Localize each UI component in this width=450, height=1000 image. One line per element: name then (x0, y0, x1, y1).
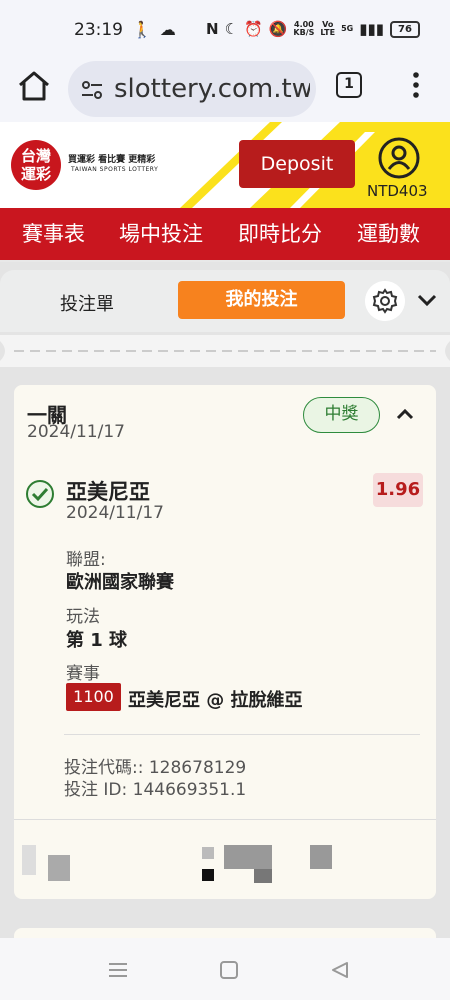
home-nav-icon[interactable] (219, 960, 239, 980)
volte-icon: Vo LTE (320, 20, 336, 37)
account-balance: NTD403 (367, 182, 428, 200)
net-speed: 4.00 KB/S (293, 20, 315, 37)
bet-card: 一關 2024/11/17 中獎 亞美尼亞 2024/11/17 1.96 聯盟… (14, 385, 436, 899)
bet-date: 2024/11/17 (27, 422, 125, 442)
league-value: 歐洲國家聯賽 (66, 572, 174, 593)
nav-item-schedule[interactable]: 賽事表 (22, 208, 85, 260)
tab-bet-slip[interactable]: 投注單 (60, 290, 114, 316)
address-bar[interactable]: slottery.com.tw (68, 61, 316, 117)
nav-item-live-score[interactable]: 即時比分 (238, 208, 322, 260)
cloud-icon: ☁ (159, 20, 176, 39)
url-text: slottery.com.tw (114, 74, 310, 104)
odds-badge: 1.96 (373, 473, 423, 507)
selection-date: 2024/11/17 (66, 503, 164, 523)
status-badge: 中獎 (303, 397, 380, 433)
deposit-button[interactable]: Deposit (239, 140, 355, 188)
home-icon[interactable] (16, 68, 52, 104)
mute-icon: 🔕 (268, 20, 288, 38)
browser-toolbar: slottery.com.tw 1 (0, 56, 450, 122)
market-value: 第 1 球 (66, 630, 128, 651)
system-nav-bar (0, 938, 450, 1000)
moon-icon: ☾ (224, 20, 239, 38)
check-circle-icon (26, 480, 54, 508)
signal-icon: ▮▮▮ (359, 20, 384, 38)
bet-id: 投注 ID: 144669351.1 (64, 780, 247, 800)
tab-my-bets[interactable]: 我的投注 (178, 281, 345, 319)
chevron-down-icon[interactable] (416, 292, 438, 308)
market-label: 玩法 (66, 607, 100, 627)
signal-type: 5G (341, 24, 354, 33)
event-label: 賽事 (66, 664, 100, 684)
site-settings-icon[interactable] (80, 78, 104, 102)
main-nav: 賽事表 場中投注 即時比分 運動數 (0, 208, 450, 260)
nav-item-sports-data[interactable]: 運動數 (357, 208, 420, 260)
selection-name: 亞美尼亞 (66, 480, 150, 504)
battery-icon: 76 (389, 20, 420, 38)
site-logo[interactable]: 台灣 運彩 (11, 140, 61, 190)
recent-apps-icon[interactable] (108, 960, 128, 980)
alarm-icon: ⏰ (244, 20, 263, 38)
event-code-badge: 1100 (66, 683, 121, 711)
user-account-icon[interactable] (377, 136, 421, 180)
bet-panel-tabs: 投注單 我的投注 (0, 270, 450, 332)
walking-icon: 🚶 (132, 20, 152, 39)
event-name: 亞美尼亞 @ 拉脫維亞 (128, 690, 303, 711)
gear-icon[interactable] (365, 281, 405, 321)
more-options-icon[interactable] (407, 70, 425, 100)
status-bar: 23:19 🚶 ☁ N ☾ ⏰ 🔕 4.00 KB/S Vo LTE 5G ▮▮▮ … (0, 0, 450, 56)
chevron-up-icon[interactable] (396, 407, 414, 421)
back-icon[interactable] (330, 960, 350, 980)
logo-tagline: 買運彩 看比賽 更精彩 (68, 155, 156, 165)
nfc-icon: N (206, 20, 219, 38)
tab-switcher-button[interactable]: 1 (336, 72, 362, 98)
divider (64, 734, 420, 735)
divider (14, 819, 436, 820)
nav-item-live-betting[interactable]: 場中投注 (119, 208, 203, 260)
logo-english: TAIWAN SPORTS LOTTERY (71, 166, 159, 173)
ticket-separator (0, 335, 450, 367)
site-header: 台灣 運彩 買運彩 看比賽 更精彩 TAIWAN SPORTS LOTTERY D… (0, 122, 450, 208)
league-label: 聯盟: (66, 550, 106, 570)
status-time: 23:19 (74, 20, 123, 40)
